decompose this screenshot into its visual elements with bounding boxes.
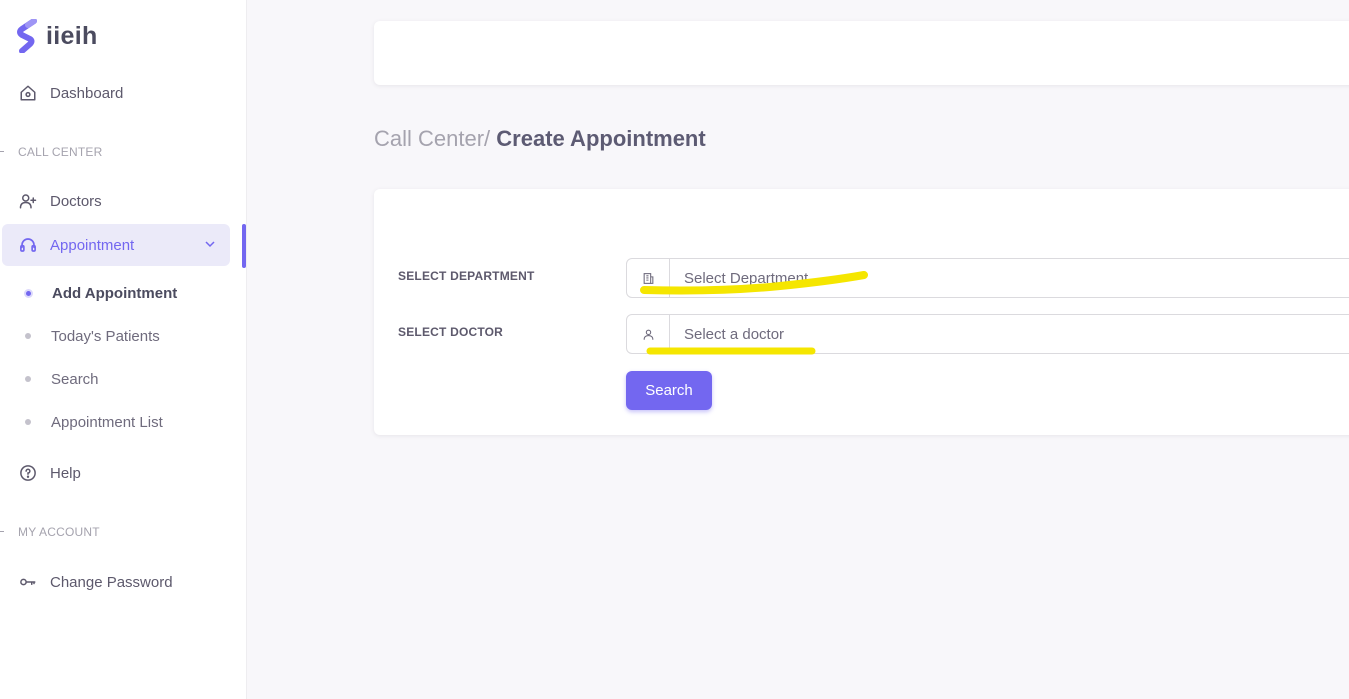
breadcrumb: Call Center/ Create Appointment xyxy=(374,126,706,152)
user-plus-icon xyxy=(18,191,38,211)
sidebar-subitem-todays-patients[interactable]: Today's Patients xyxy=(2,319,230,353)
department-select-value: Select Department xyxy=(684,269,809,287)
section-header-my-account: MY ACCOUNT xyxy=(18,525,100,539)
sidebar-item-label: Help xyxy=(50,464,81,482)
sidebar-item-appointment[interactable]: Appointment xyxy=(2,224,230,266)
chevron-down-icon xyxy=(205,241,215,248)
sidebar-subitem-label: Appointment List xyxy=(51,413,163,431)
sidebar: iieih Dashboard CALL CENTER Doctors Appo… xyxy=(0,0,247,699)
sidebar-item-label: Appointment xyxy=(50,236,135,254)
bullet-icon xyxy=(24,288,33,298)
appointment-form-card: SELECT DEPARTMENT Select Department SELE… xyxy=(374,189,1349,435)
sidebar-item-dashboard[interactable]: Dashboard xyxy=(2,72,230,114)
active-indicator xyxy=(242,224,246,268)
doctor-select[interactable]: Select a doctor xyxy=(626,314,1349,354)
sidebar-item-label: Dashboard xyxy=(50,84,124,102)
section-header-call-center: CALL CENTER xyxy=(18,145,103,159)
key-icon xyxy=(18,572,38,592)
bullet-icon xyxy=(25,419,31,425)
sidebar-subitem-label: Today's Patients xyxy=(51,327,160,345)
sidebar-item-label: Change Password xyxy=(50,573,173,591)
top-navbar xyxy=(374,21,1349,85)
doctor-select-value: Select a doctor xyxy=(684,325,785,343)
sidebar-subitem-appointment-list[interactable]: Appointment List xyxy=(2,405,230,439)
sidebar-subitem-label: Add Appointment xyxy=(52,284,178,302)
user-icon xyxy=(627,315,670,353)
sidebar-subitem-label: Search xyxy=(51,370,99,388)
sidebar-subitem-add-appointment[interactable]: Add Appointment xyxy=(2,276,230,310)
help-circle-icon xyxy=(18,463,38,483)
sidebar-item-doctors[interactable]: Doctors xyxy=(2,180,230,222)
home-icon xyxy=(18,83,38,103)
app-logo[interactable]: iieih xyxy=(16,19,98,53)
sidebar-subitem-search[interactable]: Search xyxy=(2,362,230,396)
sidebar-item-label: Doctors xyxy=(50,192,102,210)
department-label: SELECT DEPARTMENT xyxy=(398,269,535,283)
sidebar-item-help[interactable]: Help xyxy=(2,452,230,494)
section-divider xyxy=(0,151,4,152)
building-icon xyxy=(627,259,670,297)
section-divider xyxy=(0,531,4,532)
department-select[interactable]: Select Department xyxy=(626,258,1349,298)
page-title: Create Appointment xyxy=(496,126,706,151)
bullet-icon xyxy=(25,333,31,339)
search-button[interactable]: Search xyxy=(626,371,712,410)
breadcrumb-parent[interactable]: Call Center/ xyxy=(374,126,490,151)
sidebar-item-change-password[interactable]: Change Password xyxy=(2,561,230,603)
app-name: iieih xyxy=(46,21,98,50)
logo-icon xyxy=(17,19,37,53)
headset-icon xyxy=(18,235,38,255)
bullet-icon xyxy=(25,376,31,382)
doctor-label: SELECT DOCTOR xyxy=(398,325,504,339)
